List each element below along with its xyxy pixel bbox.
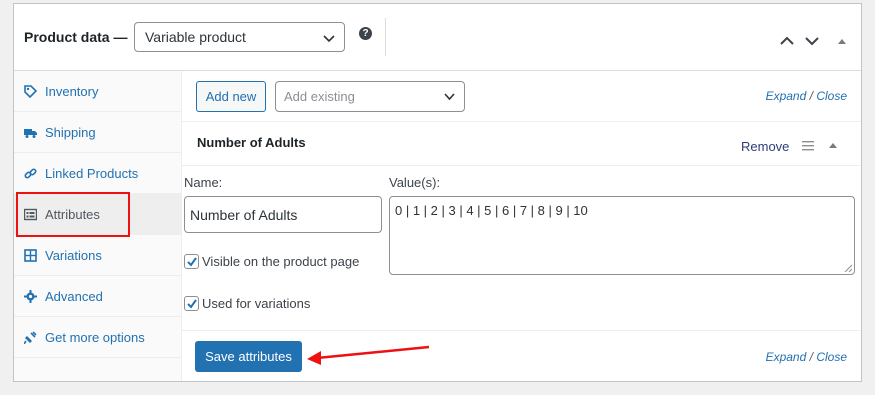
tab-label: Shipping — [45, 125, 96, 140]
expand-close-links: Expand / Close — [766, 89, 847, 103]
variations-checkbox[interactable] — [184, 296, 199, 311]
menu-icon[interactable] — [802, 140, 814, 151]
attribute-title: Number of Adults — [197, 135, 306, 150]
tab-label: Get more options — [45, 330, 145, 345]
visible-checkbox[interactable] — [184, 254, 199, 269]
product-type-select[interactable]: Variable product — [134, 22, 345, 52]
resize-handle-icon[interactable] — [844, 264, 852, 272]
product-type-value: Variable product — [145, 29, 246, 45]
red-arrow-annotation — [307, 345, 430, 365]
attributes-panel: Add new Add existing Expand / Close Numb… — [182, 71, 861, 381]
chevron-down-icon — [323, 35, 335, 43]
tab-advanced[interactable]: Advanced — [14, 276, 182, 317]
attributes-footer: Save attributes Expand / Close — [182, 330, 861, 381]
plugin-icon — [24, 331, 37, 344]
expand-link[interactable]: Expand — [766, 350, 807, 364]
link-separator: / — [809, 89, 813, 103]
attributes-toolbar: Add new Add existing Expand / Close — [182, 71, 861, 122]
truck-icon — [24, 129, 37, 138]
close-link[interactable]: Close — [816, 89, 847, 103]
link-separator: / — [809, 350, 813, 364]
attribute-name-input[interactable]: Number of Adults — [184, 196, 382, 233]
variations-label: Used for variations — [202, 296, 311, 311]
expand-close-links: Expand / Close — [766, 350, 847, 364]
tag-icon — [24, 85, 37, 98]
add-new-button[interactable]: Add new — [196, 81, 266, 112]
link-icon — [24, 168, 37, 179]
remove-link[interactable]: Remove — [741, 139, 789, 154]
product-data-panel: Product data — Variable product ? Invent… — [13, 3, 862, 382]
visible-label: Visible on the product page — [202, 254, 360, 269]
grid-icon — [24, 249, 37, 262]
add-existing-select[interactable]: Add existing — [275, 81, 465, 112]
tab-get-more-options[interactable]: Get more options — [14, 317, 182, 358]
tab-label: Advanced — [45, 289, 103, 304]
tab-linked-products[interactable]: Linked Products — [14, 153, 182, 194]
collapse-triangle-icon[interactable] — [837, 34, 847, 48]
add-existing-placeholder: Add existing — [284, 89, 355, 104]
attribute-values-text: 0 | 1 | 2 | 3 | 4 | 5 | 6 | 7 | 8 | 9 | … — [395, 203, 588, 218]
values-label: Value(s): — [389, 175, 441, 190]
attribute-header[interactable]: Number of Adults Remove — [182, 122, 861, 166]
tab-inventory[interactable]: Inventory — [14, 71, 182, 112]
panel-title: Product data — — [24, 29, 128, 45]
save-attributes-button[interactable]: Save attributes — [195, 341, 302, 372]
tab-label: Linked Products — [45, 166, 139, 181]
tab-variations[interactable]: Variations — [14, 235, 182, 276]
collapse-triangle-icon[interactable] — [828, 141, 838, 149]
panel-header: Product data — Variable product ? — [14, 4, 861, 71]
close-link[interactable]: Close — [816, 350, 847, 364]
header-divider — [385, 18, 386, 56]
chevron-down-icon[interactable] — [804, 34, 820, 48]
help-icon[interactable]: ? — [359, 27, 372, 40]
chevron-down-icon — [444, 93, 455, 101]
tab-shipping[interactable]: Shipping — [14, 112, 182, 153]
gear-icon — [24, 290, 37, 303]
highlight-box — [16, 192, 130, 237]
product-data-tabs: Inventory Shipping Linked Products Attri… — [14, 71, 182, 381]
checkmark-icon — [187, 299, 197, 309]
attribute-values-textarea[interactable]: 0 | 1 | 2 | 3 | 4 | 5 | 6 | 7 | 8 | 9 | … — [389, 196, 855, 275]
expand-link[interactable]: Expand — [766, 89, 807, 103]
name-label: Name: — [184, 175, 223, 190]
tab-label: Inventory — [45, 84, 99, 99]
checkmark-icon — [187, 257, 197, 267]
chevron-up-icon[interactable] — [779, 34, 795, 48]
tab-label: Variations — [45, 248, 102, 263]
